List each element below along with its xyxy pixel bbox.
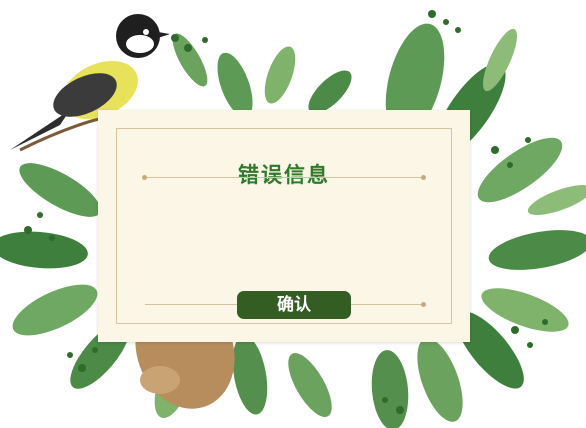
button-divider-left xyxy=(145,304,237,305)
dialog-frame: 错误信息 确认 xyxy=(116,128,452,324)
top-leaves xyxy=(172,33,352,118)
confirm-button[interactable]: 确认 xyxy=(237,291,351,319)
dialog-card: 错误信息 确认 xyxy=(98,110,470,342)
divider-dot-right xyxy=(421,175,426,180)
divider-dot-left xyxy=(142,175,147,180)
dialog-title: 错误信息 xyxy=(238,163,330,187)
error-dialog: 错误信息 确认 xyxy=(0,0,586,428)
divider-dot-right-lower xyxy=(421,302,426,307)
button-divider-right xyxy=(351,302,426,307)
title-divider xyxy=(142,175,426,180)
